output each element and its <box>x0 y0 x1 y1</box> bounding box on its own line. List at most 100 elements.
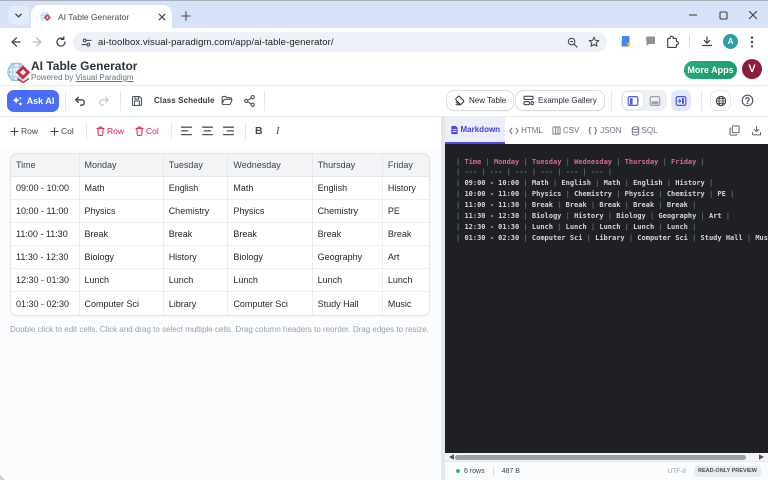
table-cell[interactable]: History <box>382 176 429 199</box>
share-icon[interactable] <box>244 95 255 107</box>
table-cell[interactable]: Math <box>79 176 163 199</box>
table-cell[interactable]: 10:00 - 11:00 <box>11 199 79 222</box>
table-cell[interactable]: Physics <box>228 199 312 222</box>
column-header[interactable]: Tuesday <box>163 154 228 176</box>
more-apps-button[interactable]: More Apps <box>684 61 737 79</box>
language-button[interactable] <box>710 90 731 111</box>
column-header[interactable]: Time <box>11 154 79 176</box>
table-cell[interactable]: Lunch <box>312 269 382 292</box>
horizontal-split-button[interactable] <box>645 92 665 109</box>
forward-icon[interactable] <box>32 36 44 48</box>
document-name[interactable]: Class Schedule <box>154 96 215 105</box>
tab-close-icon[interactable] <box>156 11 168 23</box>
table-cell[interactable]: History <box>163 246 228 269</box>
table-cell[interactable]: Library <box>163 292 228 315</box>
column-header[interactable]: Monday <box>79 154 163 176</box>
reload-icon[interactable] <box>55 36 67 48</box>
ask-ai-button[interactable]: Ask AI <box>7 90 59 112</box>
table-cell[interactable]: Lunch <box>79 269 163 292</box>
undo-icon[interactable] <box>74 96 86 106</box>
toggle-preview-panel-button[interactable] <box>671 90 691 111</box>
table-cell[interactable]: English <box>312 176 382 199</box>
downloads-icon[interactable] <box>701 36 713 48</box>
scroll-right-icon[interactable] <box>759 454 765 460</box>
redo-icon[interactable] <box>98 96 110 106</box>
table-cell[interactable]: English <box>163 176 228 199</box>
table-cell[interactable]: 12:30 - 01:30 <box>11 269 79 292</box>
add-col-button[interactable]: Col <box>50 124 74 138</box>
table-cell[interactable]: Physics <box>79 199 163 222</box>
code-preview[interactable]: | Time | Monday | Tuesday | Wednesday | … <box>445 144 768 453</box>
table-cell[interactable]: Biology <box>228 246 312 269</box>
table-cell[interactable]: Lunch <box>382 269 429 292</box>
table-cell[interactable]: Break <box>228 222 312 245</box>
browser-tab[interactable]: AI Table Generator <box>31 5 172 29</box>
table-cell[interactable]: Math <box>228 176 312 199</box>
new-tab-button[interactable] <box>179 9 192 22</box>
table-cell[interactable]: Break <box>382 222 429 245</box>
align-right-icon[interactable] <box>223 126 234 136</box>
table-cell[interactable]: 11:30 - 12:30 <box>11 246 79 269</box>
table-cell[interactable]: Computer Sci <box>79 292 163 315</box>
save-icon[interactable] <box>131 95 143 107</box>
tab-json[interactable]: { } JSON <box>584 117 626 144</box>
extensions-puzzle-icon[interactable] <box>666 35 679 48</box>
site-settings-icon[interactable] <box>81 37 92 48</box>
table-cell[interactable]: Study Hall <box>312 292 382 315</box>
example-gallery-button[interactable]: Example Gallery <box>515 90 605 111</box>
tab-sql[interactable]: SQL <box>626 117 662 144</box>
table-cell[interactable]: Lunch <box>163 269 228 292</box>
table-cell[interactable]: PE <box>382 199 429 222</box>
table-cell[interactable]: Chemistry <box>312 199 382 222</box>
url-omnibox[interactable]: ai-toolbox.visual-paradigm.com/app/ai-ta… <box>73 32 607 52</box>
column-header[interactable]: Friday <box>382 154 429 176</box>
profile-avatar[interactable]: A <box>723 34 738 49</box>
bold-button[interactable]: B <box>255 124 263 138</box>
table-cell[interactable]: Biology <box>79 246 163 269</box>
scroll-left-icon[interactable] <box>448 454 454 460</box>
extension-bubble-icon[interactable] <box>645 36 656 47</box>
table-cell[interactable]: Geography <box>312 246 382 269</box>
column-header[interactable]: Thursday <box>312 154 382 176</box>
table-cell[interactable]: Computer Sci <box>228 292 312 315</box>
new-table-button[interactable]: New Table <box>446 90 514 111</box>
tab-markdown[interactable]: Markdown <box>445 117 505 144</box>
align-left-icon[interactable] <box>181 126 192 136</box>
vertical-split-button[interactable] <box>623 92 643 109</box>
tab-search-button[interactable] <box>8 6 29 25</box>
window-minimize-button[interactable] <box>678 2 708 28</box>
table-cell[interactable]: Art <box>382 246 429 269</box>
open-folder-icon[interactable] <box>221 95 233 106</box>
align-center-icon[interactable] <box>202 126 213 136</box>
table-cell[interactable]: 11:00 - 11:30 <box>11 222 79 245</box>
column-header[interactable]: Wednesday <box>228 154 312 176</box>
table-cell[interactable]: 01:30 - 02:30 <box>11 292 79 315</box>
table-cell[interactable]: Lunch <box>228 269 312 292</box>
delete-col-button[interactable]: Col <box>135 124 159 138</box>
window-close-button[interactable] <box>738 2 768 28</box>
download-icon[interactable] <box>751 125 762 136</box>
table-cell[interactable]: Break <box>79 222 163 245</box>
bookmark-star-icon[interactable] <box>588 36 600 48</box>
table-cell[interactable]: Break <box>312 222 382 245</box>
window-maximize-button[interactable] <box>708 2 738 28</box>
table-cell[interactable]: 09:00 - 10:00 <box>11 176 79 199</box>
italic-button[interactable]: I <box>276 124 280 138</box>
tab-html[interactable]: HTML <box>505 117 548 144</box>
zoom-icon[interactable] <box>567 37 578 48</box>
back-icon[interactable] <box>9 36 21 48</box>
extension-doc-icon[interactable] <box>620 35 632 48</box>
table-cell[interactable]: Break <box>163 222 228 245</box>
table-cell[interactable]: Chemistry <box>163 199 228 222</box>
table-cell[interactable]: Music <box>382 292 429 315</box>
horizontal-scrollbar[interactable] <box>445 453 768 461</box>
scrollbar-thumb[interactable] <box>455 455 746 460</box>
menu-kebab-icon[interactable] <box>750 36 754 48</box>
copy-icon[interactable] <box>729 125 740 136</box>
tab-csv[interactable]: CSV <box>547 117 583 144</box>
visual-paradigm-link[interactable]: Visual Paradigm <box>75 73 133 82</box>
help-icon[interactable] <box>741 94 754 107</box>
user-avatar[interactable]: V <box>742 59 762 79</box>
add-row-button[interactable]: Row <box>10 124 38 138</box>
delete-row-button[interactable]: Row <box>96 124 124 138</box>
